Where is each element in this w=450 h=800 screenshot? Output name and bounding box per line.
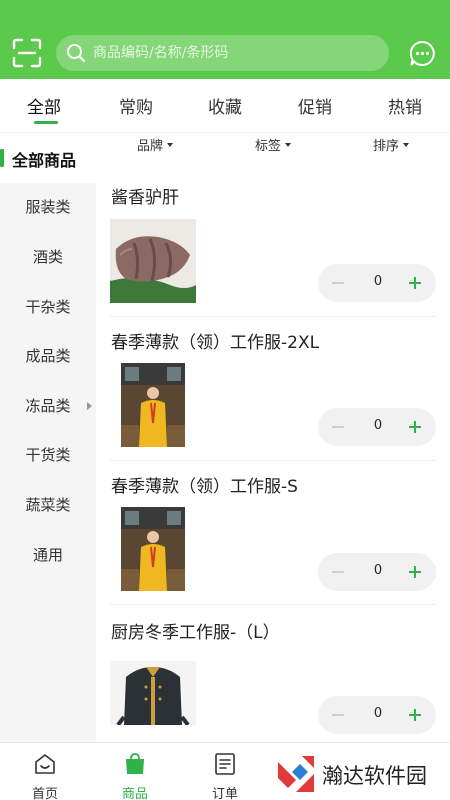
nav-home[interactable]: 首页 xyxy=(0,743,90,800)
search-input[interactable] xyxy=(93,45,389,61)
app-header xyxy=(0,0,450,79)
product-name: 厨房冬季工作服-（L） xyxy=(111,623,280,643)
watermark-text: 瀚达软件园 xyxy=(322,764,427,788)
sidebar-item-finished[interactable]: 成品类 xyxy=(0,345,96,366)
tab-hot[interactable]: 热销 xyxy=(388,93,422,118)
expand-caret-icon[interactable] xyxy=(87,402,92,410)
product-name: 春季薄款（领）工作服-2XL xyxy=(111,333,320,353)
product-name: 春季薄款（领）工作服-S xyxy=(111,477,298,497)
bag-icon xyxy=(126,753,144,774)
plus-icon-stroke[interactable] xyxy=(414,709,416,721)
sidebar-item-label: 全部商品 xyxy=(12,151,77,170)
scan-icon[interactable] xyxy=(12,38,42,68)
sidebar-item-frozen[interactable]: 冻品类 xyxy=(0,395,96,416)
message-icon[interactable] xyxy=(409,40,436,67)
product-item[interactable]: 春季薄款（领）工作服-S 0 xyxy=(96,424,450,591)
search-bar[interactable] xyxy=(56,35,389,71)
active-tab-indicator xyxy=(34,121,58,124)
order-icon xyxy=(215,753,235,775)
nav-label: 首页 xyxy=(31,787,58,800)
home-icon xyxy=(35,754,55,774)
sidebar-item-general[interactable]: 通用 xyxy=(0,544,96,565)
sidebar-item-groceries[interactable]: 干杂类 xyxy=(0,296,96,317)
active-indicator xyxy=(0,149,4,167)
quantity-stepper[interactable]: 0 xyxy=(318,696,436,734)
tab-frequent[interactable]: 常购 xyxy=(119,93,153,118)
category-sidebar: 全部商品 服装类 酒类 干杂类 成品类 冻品类 干货类 蔬菜类 通用 xyxy=(0,133,96,743)
nav-label: 订单 xyxy=(211,787,238,800)
product-item[interactable]: 厨房冬季工作服-（L） 0 xyxy=(96,570,450,734)
sidebar-item-clothing[interactable]: 服装类 xyxy=(0,196,96,217)
tab-favorites[interactable]: 收藏 xyxy=(208,93,242,118)
product-name: 酱香驴肝 xyxy=(111,188,179,208)
quantity-value[interactable]: 0 xyxy=(362,706,394,721)
sidebar-item-all[interactable]: 全部商品 xyxy=(0,133,96,183)
sidebar-item-vegetables[interactable]: 蔬菜类 xyxy=(0,494,96,515)
nav-label: 商品 xyxy=(121,787,148,800)
nav-orders[interactable]: 订单 xyxy=(180,743,270,800)
tab-promotion[interactable]: 促销 xyxy=(298,93,332,118)
sidebar-item-dry-goods[interactable]: 干货类 xyxy=(0,444,96,465)
product-image[interactable] xyxy=(110,661,196,725)
category-tabs: 全部 常购 收藏 促销 热销 xyxy=(0,79,450,133)
product-item[interactable]: 酱香驴肝 0 xyxy=(96,135,450,303)
watermark: 瀚达软件园 xyxy=(272,750,450,798)
minus-icon[interactable] xyxy=(332,714,344,716)
watermark-logo-icon xyxy=(274,752,318,796)
sidebar-item-liquor[interactable]: 酒类 xyxy=(0,246,96,267)
product-item[interactable]: 春季薄款（领）工作服-2XL 0 xyxy=(96,280,450,447)
nav-products[interactable]: 商品 xyxy=(90,743,180,800)
tab-all[interactable]: 全部 xyxy=(27,93,61,118)
search-icon xyxy=(67,44,86,63)
